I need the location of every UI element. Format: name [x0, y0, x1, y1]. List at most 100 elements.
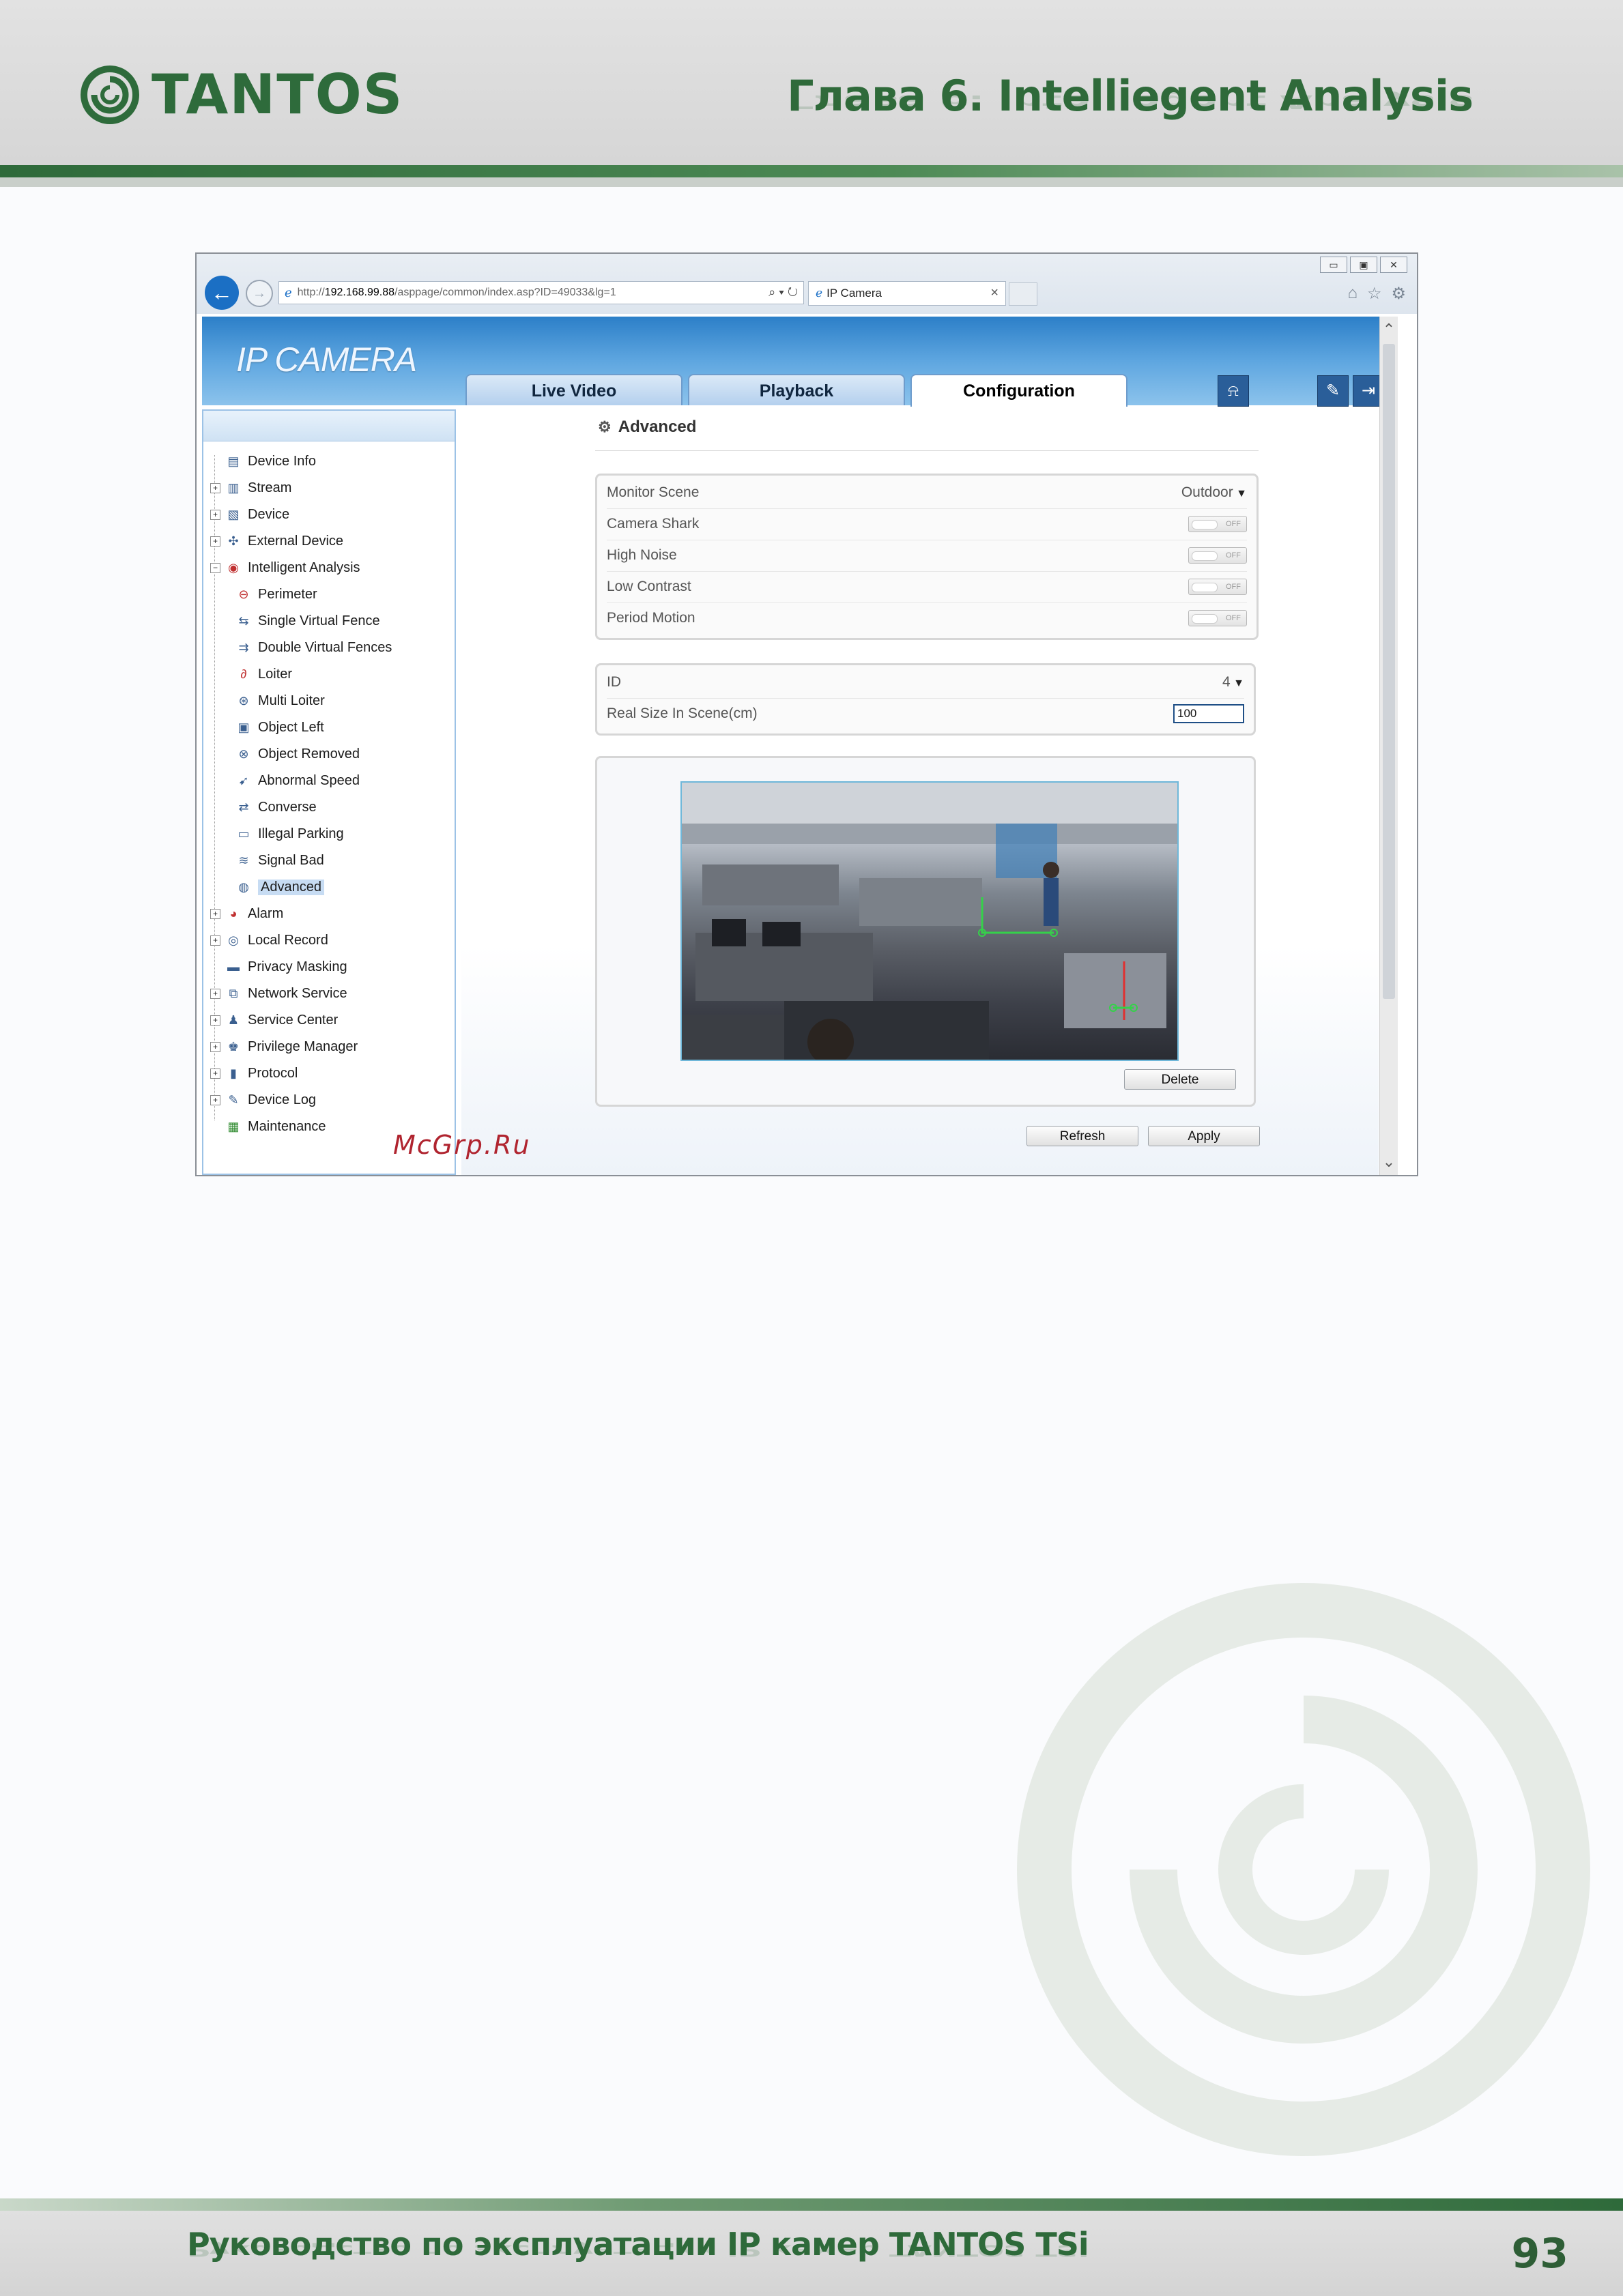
maximize-icon[interactable]: ▣	[1350, 257, 1377, 273]
sidebar-item-object-removed[interactable]: ⊗ Object Removed	[236, 742, 360, 766]
ip-camera-app: IP CAMERA Live Video Playback Configurat…	[202, 317, 1398, 1175]
sidebar-item-label: Multi Loiter	[258, 693, 325, 708]
real-size-input[interactable]	[1173, 704, 1244, 723]
sidebar-item-label: Network Service	[248, 985, 347, 1001]
sidebar-item-signal-bad[interactable]: ≋ Signal Bad	[236, 849, 324, 872]
sidebar-item-label: Intelligent Analysis	[248, 560, 360, 575]
sidebar-item-service-center[interactable]: + ♟ Service Center	[210, 1008, 338, 1032]
sidebar-item-label: External Device	[248, 533, 344, 549]
sidebar-item-maintenance[interactable]: ▦ Maintenance	[210, 1115, 326, 1138]
expand-icon[interactable]: +	[210, 1094, 220, 1105]
camera-preview-image[interactable]	[680, 781, 1179, 1061]
new-tab-button[interactable]	[1009, 282, 1037, 306]
camera-shark-row: Camera Shark OFF	[607, 508, 1247, 540]
sidebar-item-local-record[interactable]: + ◎ Local Record	[210, 929, 328, 952]
sidebar-item-alarm[interactable]: + ◕ Alarm	[210, 902, 283, 925]
monitor-scene-select[interactable]: Outdoor	[1181, 484, 1247, 501]
expand-icon[interactable]: +	[210, 1068, 220, 1079]
high-noise-toggle[interactable]: OFF	[1188, 547, 1247, 564]
signal-icon: ≋	[238, 854, 249, 867]
sidebar-item-privacy-masking[interactable]: ▬ Privacy Masking	[210, 955, 347, 978]
minimize-icon[interactable]: ▭	[1320, 257, 1347, 273]
sidebar-item-label: Stream	[248, 480, 292, 495]
lock-icon[interactable]: ✎	[1317, 375, 1349, 407]
device-icon: ▧	[227, 508, 240, 521]
tab-playback[interactable]: Playback	[688, 374, 905, 405]
expand-icon[interactable]: +	[210, 988, 220, 999]
settings-gear-icon[interactable]: ⚙	[1391, 284, 1406, 304]
sidebar-item-advanced[interactable]: ◍ Advanced	[236, 875, 324, 899]
period-motion-toggle[interactable]: OFF	[1188, 610, 1247, 626]
window-controls: ▭ ▣ ✕	[1320, 257, 1407, 273]
sidebar-item-label: Perimeter	[258, 586, 317, 602]
back-arrow-icon[interactable]: ←	[205, 276, 239, 310]
expand-icon[interactable]: +	[210, 1015, 220, 1026]
expand-icon[interactable]: +	[210, 1041, 220, 1052]
favorites-icon[interactable]: ☆	[1367, 284, 1382, 304]
scroll-up-icon[interactable]: ⌃	[1380, 321, 1398, 338]
sidebar-item-device-log[interactable]: + ✎ Device Log	[210, 1088, 316, 1111]
expand-icon[interactable]: +	[210, 536, 220, 547]
browser-tab[interactable]: ℯ IP Camera ×	[808, 281, 1006, 306]
low-contrast-label: Low Contrast	[607, 579, 691, 594]
sidebar-item-multi-loiter[interactable]: ⊛ Multi Loiter	[236, 689, 325, 712]
tab-configuration[interactable]: Configuration	[910, 374, 1128, 407]
scroll-down-icon[interactable]: ⌄	[1380, 1153, 1398, 1171]
preview-panel: Delete	[595, 756, 1256, 1107]
real-size-row: Real Size In Scene(cm)	[607, 698, 1244, 729]
low-contrast-toggle[interactable]: OFF	[1188, 579, 1247, 595]
home-icon[interactable]: ⌂	[1347, 284, 1358, 304]
sidebar-item-single-virtual-fence[interactable]: ⇆ Single Virtual Fence	[236, 609, 379, 633]
sidebar-item-device-info[interactable]: ▤ Device Info	[210, 450, 316, 473]
page-title: ⚙ Advanced	[598, 418, 696, 437]
alarm-bell-icon[interactable]: ⍾	[1218, 375, 1249, 407]
refresh-button[interactable]: Refresh	[1026, 1126, 1138, 1146]
apply-button[interactable]: Apply	[1148, 1126, 1260, 1146]
camera-shark-toggle[interactable]: OFF	[1188, 516, 1247, 532]
page-title-text: Advanced	[618, 418, 697, 436]
external-device-icon: ✣	[228, 534, 239, 548]
tab-close-icon[interactable]: ×	[990, 285, 999, 301]
expand-icon[interactable]: +	[210, 908, 220, 919]
sidebar-item-external-device[interactable]: + ✣ External Device	[210, 529, 343, 553]
sidebar-item-stream[interactable]: + ▥ Stream	[210, 476, 291, 499]
collapse-icon[interactable]: −	[210, 562, 220, 573]
service-icon: ♟	[227, 1013, 240, 1027]
expand-icon[interactable]: +	[210, 935, 220, 946]
sidebar-item-double-virtual-fences[interactable]: ⇉ Double Virtual Fences	[236, 636, 392, 659]
browser-toolbar: ▭ ▣ ✕ ← → ℯ http://192.168.99.88/asppage…	[197, 254, 1417, 314]
expand-icon[interactable]: +	[210, 509, 220, 520]
site-watermark: McGrp.Ru	[393, 1130, 531, 1160]
tab-live-video[interactable]: Live Video	[465, 374, 683, 405]
sidebar-item-network-service[interactable]: + ⧉ Network Service	[210, 982, 347, 1005]
converse-icon: ⇄	[238, 800, 249, 814]
sidebar-item-abnormal-speed[interactable]: ➹ Abnormal Speed	[236, 769, 360, 792]
id-label: ID	[607, 674, 621, 690]
id-select[interactable]: 4	[1222, 674, 1244, 691]
high-noise-label: High Noise	[607, 547, 677, 563]
scroll-thumb[interactable]	[1383, 344, 1395, 999]
advanced-icon: ◍	[238, 880, 249, 894]
sidebar-item-object-left[interactable]: ▣ Object Left	[236, 716, 324, 739]
tab-ie-icon: ℯ	[816, 287, 823, 300]
period-motion-label: Period Motion	[607, 610, 695, 626]
delete-button[interactable]: Delete	[1124, 1069, 1236, 1090]
sidebar-item-loiter[interactable]: ∂ Loiter	[236, 663, 292, 686]
sidebar-item-illegal-parking[interactable]: ▭ Illegal Parking	[236, 822, 343, 845]
tantos-logo-icon	[81, 65, 139, 124]
sidebar-item-intelligent-analysis[interactable]: − ◉ Intelligent Analysis	[210, 556, 360, 579]
close-window-icon[interactable]: ✕	[1380, 257, 1407, 273]
forward-arrow-icon[interactable]: →	[246, 280, 273, 307]
page-scrollbar[interactable]: ⌃ ⌄	[1379, 317, 1398, 1175]
sidebar-item-converse[interactable]: ⇄ Converse	[236, 796, 316, 819]
alarm-icon: ◕	[229, 907, 238, 920]
address-bar[interactable]: ℯ http://192.168.99.88/asppage/common/in…	[278, 281, 804, 304]
address-tools-icon[interactable]: ⌕ ▾ ↻	[769, 285, 798, 300]
sidebar-item-privilege-manager[interactable]: + ♚ Privilege Manager	[210, 1035, 358, 1058]
sidebar-item-device[interactable]: + ▧ Device	[210, 503, 289, 526]
expand-icon[interactable]: +	[210, 482, 220, 493]
speed-icon: ➹	[238, 774, 249, 787]
sidebar-item-perimeter[interactable]: ⊖ Perimeter	[236, 583, 317, 606]
stream-icon: ▥	[227, 481, 240, 495]
sidebar-item-protocol[interactable]: + ▮ Protocol	[210, 1062, 298, 1085]
